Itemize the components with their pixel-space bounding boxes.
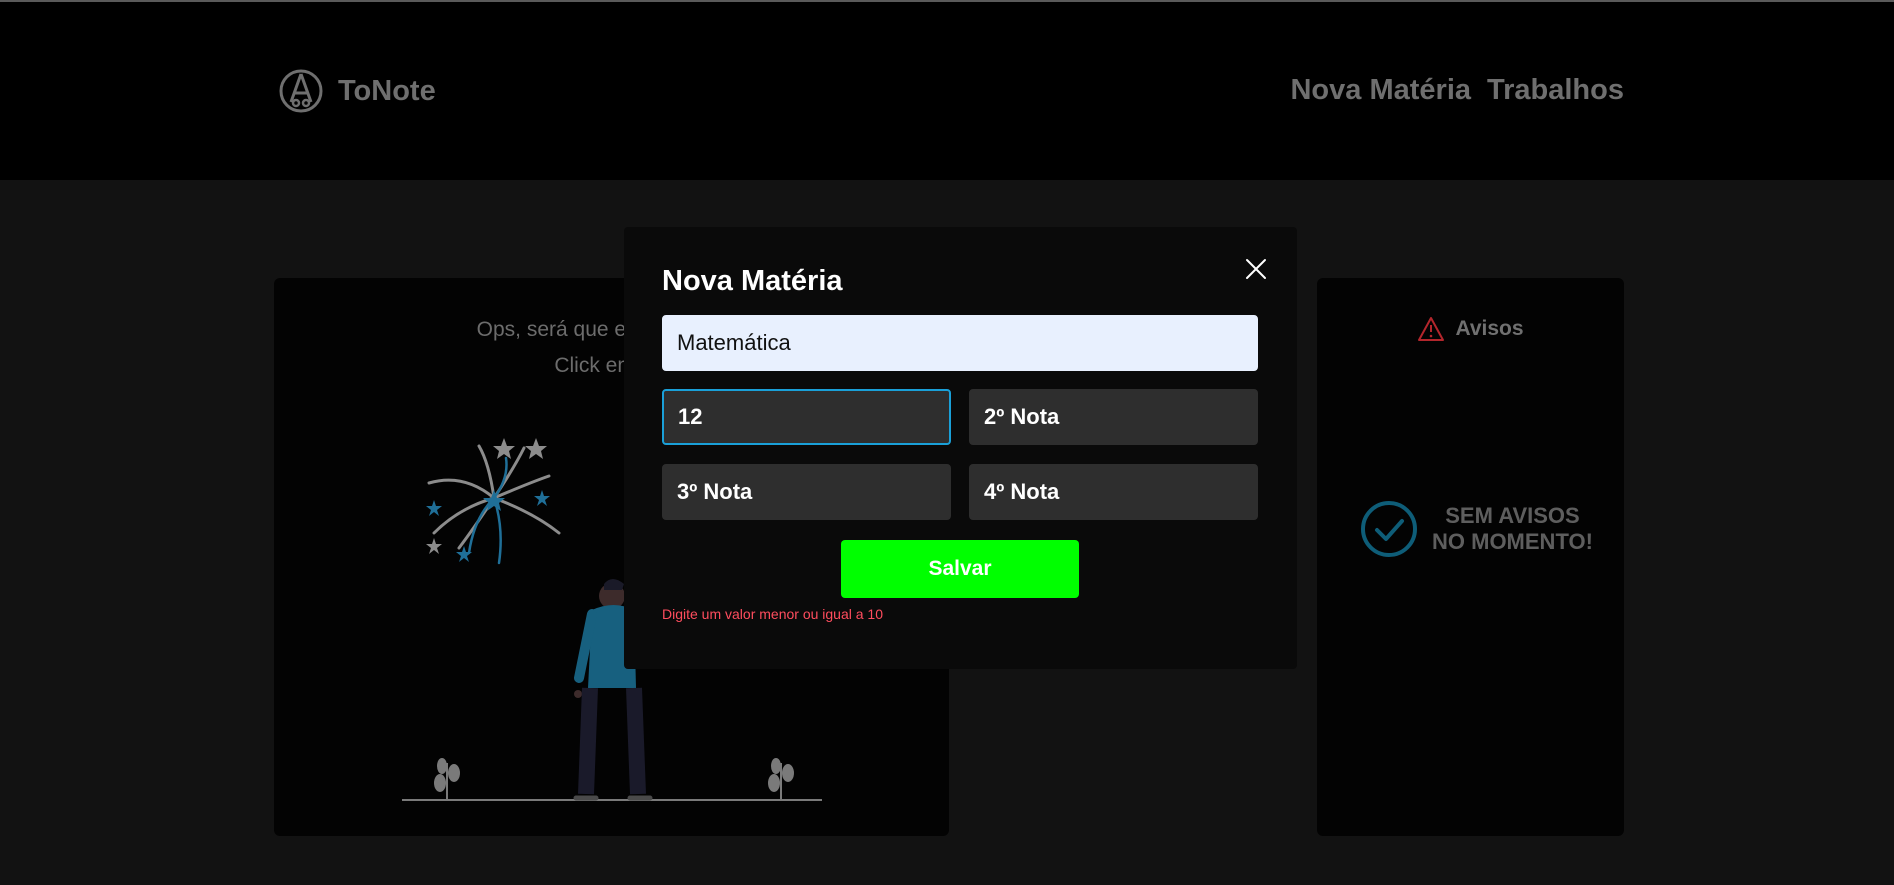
logo[interactable]: ToNote	[278, 68, 436, 114]
app-title: ToNote	[338, 74, 436, 107]
subject-name-input[interactable]	[662, 315, 1258, 371]
avisos-title: Avisos	[1455, 317, 1524, 340]
avisos-header: Avisos	[1317, 316, 1624, 342]
new-subject-modal: Nova Matéria Salvar Digite um valor meno…	[624, 227, 1297, 669]
nav-nova-materia[interactable]: Nova Matéria	[1290, 74, 1471, 107]
header: ToNote Nova Matéria Trabalhos	[0, 2, 1894, 180]
grade-2-input[interactable]	[969, 389, 1258, 445]
save-button[interactable]: Salvar	[841, 540, 1079, 598]
validation-error: Digite um valor menor ou igual a 10	[662, 606, 884, 622]
modal-title: Nova Matéria	[662, 265, 843, 297]
grade-4-input[interactable]	[969, 464, 1258, 520]
main-nav: Nova Matéria Trabalhos	[1290, 74, 1624, 107]
close-icon[interactable]	[1242, 255, 1270, 283]
grade-3-input[interactable]	[662, 464, 951, 520]
no-warnings-text: SEM AVISOS NO MOMENTO!	[1432, 503, 1593, 554]
nav-trabalhos[interactable]: Trabalhos	[1487, 74, 1624, 107]
pencil-circle-icon	[279, 69, 323, 113]
warning-icon	[1418, 317, 1445, 341]
no-warnings-state: SEM AVISOS NO MOMENTO!	[1360, 500, 1593, 558]
grade-1-input[interactable]	[662, 389, 951, 445]
avisos-panel: Avisos SEM AVISOS NO MOMENTO!	[1317, 278, 1624, 836]
check-circle-icon	[1361, 501, 1417, 557]
